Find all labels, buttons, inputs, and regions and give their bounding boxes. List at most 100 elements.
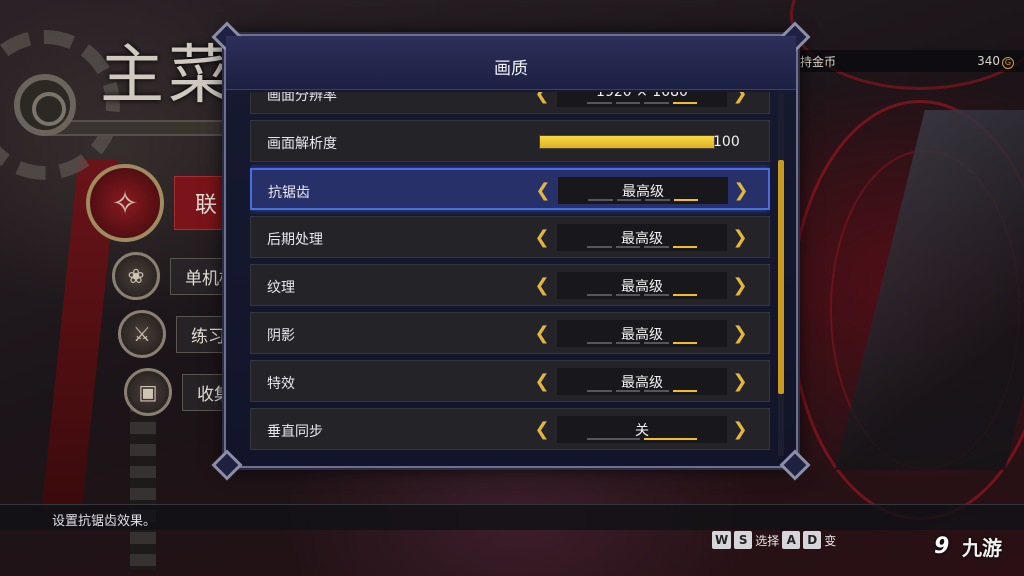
setting-value-box: 最高级 [557, 224, 727, 251]
setting-value: 最高级 [622, 184, 664, 200]
setting-value-box: 关 [557, 416, 727, 443]
chain-decoration [130, 400, 156, 570]
rose-icon: ❀ [112, 252, 160, 300]
scrollbar-thumb[interactable] [778, 160, 784, 394]
arrow-left-icon[interactable]: ❮ [533, 325, 551, 343]
setting-label: 后期处理 [267, 232, 323, 248]
setting-value-box: 最高级 [557, 368, 727, 395]
level-tick [587, 342, 612, 344]
setting-row[interactable]: 纹理 ❮ 最高级 ❯ [250, 264, 770, 306]
practice-icon: ⚔ [118, 310, 166, 358]
setting-label: 特效 [267, 376, 295, 392]
dialog-header: 画质 [226, 36, 796, 90]
slider-value: 100 [713, 134, 740, 150]
setting-value: 最高级 [621, 375, 663, 391]
currency-amount: 340 [977, 53, 1000, 68]
level-tick [673, 199, 698, 201]
slider-fill [540, 136, 714, 148]
setting-row[interactable]: 画面分辨率 ❮ 1920 × 1080 ❯ [250, 92, 770, 114]
arrow-right-icon[interactable]: ❯ [731, 277, 749, 295]
level-tick [587, 294, 612, 296]
arrow-right-icon[interactable]: ❯ [731, 92, 749, 103]
level-tick [616, 199, 641, 201]
level-tick [672, 246, 697, 248]
key-hints: W S 选择 A D 变 [712, 530, 836, 550]
resolution-scale-slider[interactable] [539, 135, 715, 149]
level-tick [615, 102, 640, 104]
arrow-right-icon[interactable]: ❯ [731, 229, 749, 247]
currency-amount-wrap: 340 G [977, 54, 1014, 69]
watermark: 9 九游 [934, 532, 1002, 561]
description-bar: 设置抗锯齿效果。 [0, 504, 1024, 530]
setting-value-box: 最高级 [557, 320, 727, 347]
magic-circle-decoration [790, 0, 1024, 90]
arrow-right-icon[interactable]: ❯ [731, 373, 749, 391]
level-tick [644, 246, 669, 248]
arrow-left-icon[interactable]: ❮ [534, 182, 552, 200]
hint-change-label: 变 [824, 533, 837, 548]
setting-label: 画面解析度 [267, 136, 337, 152]
arrow-right-icon[interactable]: ❯ [731, 325, 749, 343]
watermark-logo-icon: 9 [934, 533, 950, 559]
level-tick [672, 342, 697, 344]
setting-row[interactable]: 垂直同步 ❮ 关 ❯ [250, 408, 770, 450]
level-tick [615, 246, 640, 248]
level-tick [587, 246, 612, 248]
level-tick [587, 438, 640, 440]
setting-value: 最高级 [621, 279, 663, 295]
level-tick [672, 390, 697, 392]
setting-value: 最高级 [621, 327, 663, 343]
arrow-left-icon[interactable]: ❮ [533, 373, 551, 391]
scrollbar[interactable] [778, 94, 784, 456]
currency-label: 持金币 [800, 54, 837, 69]
level-indicator [587, 342, 697, 344]
setting-row[interactable]: 画面解析度 100 [250, 120, 770, 162]
level-tick [644, 390, 669, 392]
setting-label: 阴影 [267, 328, 295, 344]
arrow-right-icon[interactable]: ❯ [732, 182, 750, 200]
menu-item-online[interactable]: ✧ 联 [86, 164, 239, 242]
level-indicator [587, 438, 697, 440]
description-text: 设置抗锯齿效果。 [52, 514, 157, 529]
setting-label: 抗锯齿 [268, 185, 310, 201]
arrow-right-icon[interactable]: ❯ [731, 421, 749, 439]
level-tick [615, 342, 640, 344]
level-tick [644, 294, 669, 296]
level-tick [615, 294, 640, 296]
level-indicator [587, 246, 697, 248]
level-tick [587, 102, 612, 104]
setting-row[interactable]: 特效 ❮ 最高级 ❯ [250, 360, 770, 402]
arrow-left-icon[interactable]: ❮ [533, 229, 551, 247]
coin-icon: G [1002, 56, 1014, 69]
level-tick [672, 294, 697, 296]
settings-list: 画面分辨率 ❮ 1920 × 1080 ❯ 画面解析度 100 抗锯齿 ❮ 最高级 ❯ 后期处理 ❮ 最… [250, 92, 770, 462]
level-tick [644, 342, 669, 344]
setting-label: 画面分辨率 [267, 92, 337, 104]
level-indicator [588, 199, 698, 201]
setting-row[interactable]: 后期处理 ❮ 最高级 ❯ [250, 216, 770, 258]
level-tick [644, 438, 697, 440]
arrow-left-icon[interactable]: ❮ [533, 277, 551, 295]
level-tick [644, 102, 669, 104]
collection-icon: ▣ [124, 368, 172, 416]
setting-label: 垂直同步 [267, 424, 323, 440]
level-tick [587, 390, 612, 392]
currency-display: 持金币 340 G [796, 50, 1024, 72]
arrow-left-icon[interactable]: ❮ [533, 92, 551, 103]
graphics-settings-dialog: 画质 画面分辨率 ❮ 1920 × 1080 ❯ 画面解析度 100 抗锯齿 ❮ 最高级 ❯ 后期处… [211, 21, 811, 481]
setting-row[interactable]: 阴影 ❮ 最高级 ❯ [250, 312, 770, 354]
setting-value-box: 1920 × 1080 [557, 92, 727, 107]
key-d-icon: D [803, 531, 822, 549]
setting-value: 关 [635, 423, 649, 439]
key-a-icon: A [782, 531, 801, 549]
watermark-text: 九游 [962, 536, 1002, 560]
level-tick [672, 102, 697, 104]
level-tick [588, 199, 613, 201]
hint-select-label: 选择 [755, 533, 780, 548]
level-indicator [587, 294, 697, 296]
key-s-icon: S [734, 531, 753, 549]
arrow-left-icon[interactable]: ❮ [533, 421, 551, 439]
setting-row[interactable]: 抗锯齿 ❮ 最高级 ❯ [250, 168, 770, 210]
dialog-title: 画质 [494, 59, 528, 79]
level-tick [645, 199, 670, 201]
